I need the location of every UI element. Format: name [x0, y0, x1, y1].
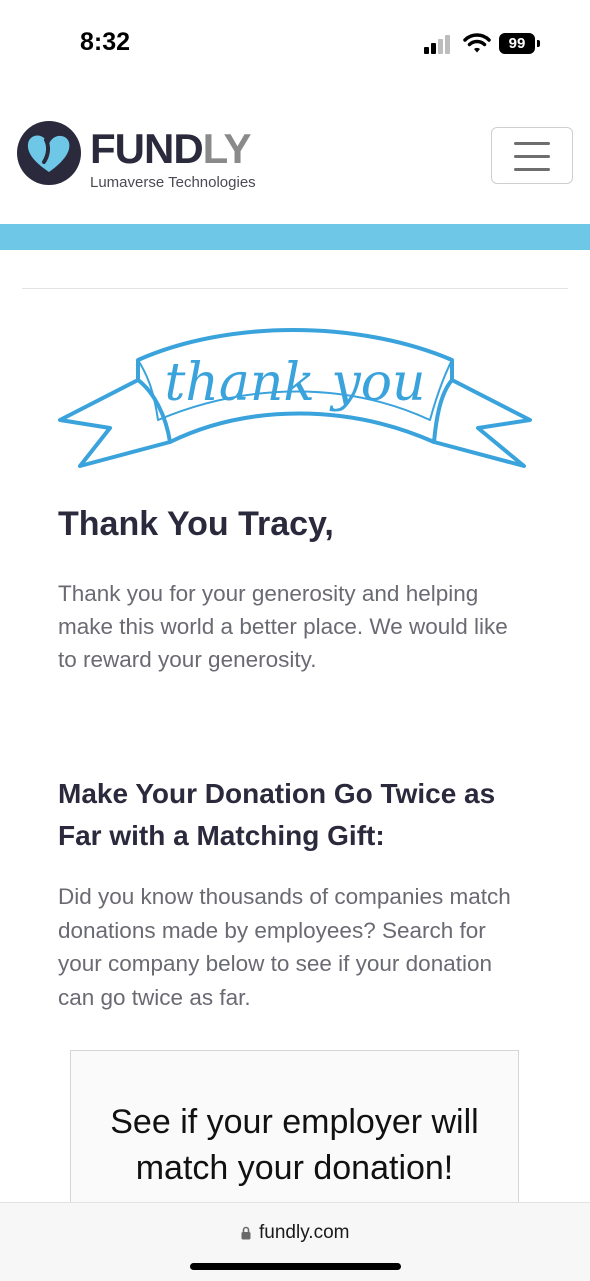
logo-subtitle: Lumaverse Technologies — [90, 174, 256, 191]
matching-gift-heading: Make Your Donation Go Twice as Far with … — [58, 778, 496, 851]
wordmark-light: LY — [202, 125, 252, 172]
status-bar: 8:32 99 — [0, 0, 590, 90]
url-text[interactable]: fundly.com — [259, 1222, 349, 1244]
wifi-icon — [463, 33, 491, 53]
thank-you-message: Thank you for your generosity and helpin… — [58, 581, 508, 672]
matching-gift-description: Did you know thousands of companies matc… — [58, 884, 511, 1010]
employer-match-prompt: See if your employer will match your don… — [110, 1103, 479, 1187]
hamburger-line-icon — [514, 142, 550, 145]
battery-icon: 99 — [499, 33, 535, 54]
thank-you-heading: Thank You Tracy, — [58, 505, 334, 543]
hamburger-line-icon — [514, 155, 550, 158]
home-indicator[interactable] — [190, 1263, 401, 1270]
hamburger-line-icon — [514, 168, 550, 171]
employer-match-card[interactable]: See if your employer will match your don… — [70, 1050, 519, 1210]
status-time: 8:32 — [80, 28, 131, 56]
hamburger-menu-button[interactable] — [491, 127, 573, 184]
divider — [22, 288, 568, 289]
cellular-signal-icon — [424, 34, 452, 54]
banner-text: thank you — [164, 353, 425, 413]
wordmark-dark: FUND — [90, 125, 204, 172]
fundly-wordmark[interactable]: FUNDLY — [90, 125, 252, 172]
fundly-heart-logo-icon[interactable] — [16, 120, 82, 186]
thank-you-ribbon-banner: thank you — [58, 328, 532, 468]
lock-icon — [241, 1226, 251, 1240]
browser-address-bar[interactable]: fundly.com — [0, 1202, 590, 1281]
site-header: FUNDLY Lumaverse Technologies — [0, 100, 590, 224]
accent-bar — [0, 224, 590, 250]
battery-tip — [537, 40, 540, 47]
